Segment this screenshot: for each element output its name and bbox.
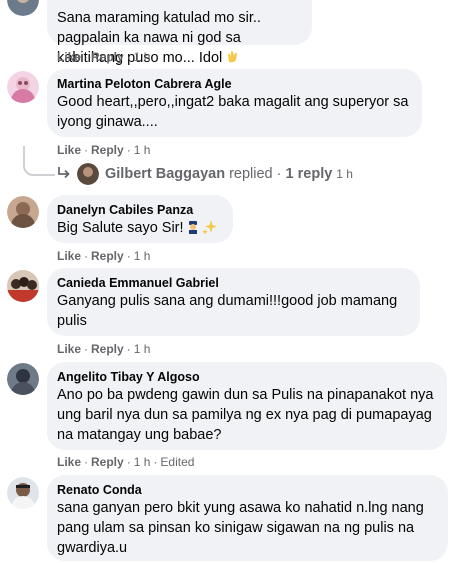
comment-text: Good heart,,pero,,ingat2 baka magalit an… [57, 94, 409, 130]
separator: · [84, 455, 89, 469]
commenter-name[interactable]: Angelito Tibay Y Algoso [57, 369, 435, 385]
avatar[interactable] [7, 71, 39, 103]
comment-bubble: Martina Peloton Cabrera Agle Good heart,… [47, 69, 422, 137]
timestamp[interactable]: 1 h [134, 143, 151, 157]
avatar[interactable] [7, 270, 39, 302]
comment-actions: Like · Reply · 1 h [57, 342, 150, 356]
avatar[interactable] [7, 0, 39, 16]
comment-text: Ano po ba pwdeng gawin dun sa Pulis na p… [57, 387, 434, 443]
comment-bubble: Danelyn Cabiles Panza Big Salute sayo Si… [47, 195, 233, 243]
avatar[interactable] [7, 196, 39, 228]
commenter-name[interactable]: Martina Peloton Cabrera Agle [57, 76, 410, 92]
commenter-name[interactable]: Renato Conda [57, 482, 436, 498]
edited-label[interactable]: Edited [160, 455, 194, 469]
reply-link[interactable]: Reply [91, 342, 124, 356]
separator: · [126, 143, 131, 157]
reply-arrow-icon [57, 165, 71, 183]
avatar[interactable] [7, 477, 39, 509]
replier-name: Gilbert Baggayan [105, 166, 226, 182]
timestamp[interactable]: 1 h [134, 50, 151, 64]
reply-link[interactable]: Reply [91, 455, 124, 469]
separator: · [126, 249, 131, 263]
comment-actions: Like · Reply · 1 h · Edited [57, 455, 194, 469]
sparkles-icon [201, 219, 218, 235]
comment-actions: Like · Reply · 1 h [57, 249, 150, 263]
comment-text: Ganyang pulis sana ang dumami!!!good job… [57, 293, 398, 329]
comment-text: Big Salute sayo Sir! [57, 218, 221, 238]
separator: · [153, 455, 158, 469]
like-link[interactable]: Like [57, 455, 81, 469]
reply-link[interactable]: Reply [91, 249, 124, 263]
timestamp[interactable]: 1 h [134, 342, 151, 356]
separator: · [84, 249, 89, 263]
comment-bubble: Canieda Emmanuel Gabriel Ganyang pulis s… [47, 268, 420, 336]
thread-line [23, 146, 55, 176]
like-link[interactable]: Like [57, 342, 81, 356]
reply-link[interactable]: Reply [91, 50, 124, 64]
comment-actions: Like · Reply · 1 h [57, 143, 150, 157]
separator: · [126, 342, 131, 356]
like-link[interactable]: Like [57, 249, 81, 263]
police-officer-icon [186, 220, 200, 234]
view-replies-link[interactable]: Gilbert Baggayan replied · 1 reply 1 h [57, 163, 353, 185]
separator: · [84, 50, 89, 64]
reply-count: 1 reply [285, 166, 333, 182]
comment-bubble: Sana maraming katulad mo sir.. pagpalain… [47, 0, 312, 66]
separator: · [126, 455, 131, 469]
commenter-name[interactable]: Danelyn Cabiles Panza [57, 202, 221, 218]
comment-actions: Like · Reply · 1 h [57, 50, 150, 64]
like-link[interactable]: Like [57, 143, 81, 157]
reply-link[interactable]: Reply [91, 143, 124, 157]
separator: · [84, 342, 89, 356]
timestamp[interactable]: 1 h [134, 455, 151, 469]
like-link[interactable]: Like [57, 50, 81, 64]
separator: · [84, 143, 89, 157]
separator: · [126, 50, 131, 64]
timestamp: 1 h [336, 167, 353, 181]
comment-bubble: Angelito Tibay Y Algoso Ano po ba pwdeng… [47, 362, 447, 450]
separator: · [276, 166, 282, 182]
comment-bubble: Renato Conda sana ganyan pero bkit yung … [47, 475, 448, 561]
timestamp[interactable]: 1 h [134, 249, 151, 263]
avatar[interactable] [7, 363, 39, 395]
comment-text: sana ganyan pero bkit yung asawa ko naha… [57, 500, 424, 556]
avatar [77, 163, 99, 185]
clapping-hands-icon [225, 49, 240, 64]
commenter-name[interactable]: Canieda Emmanuel Gabriel [57, 275, 408, 291]
replied-text: replied [229, 166, 273, 182]
